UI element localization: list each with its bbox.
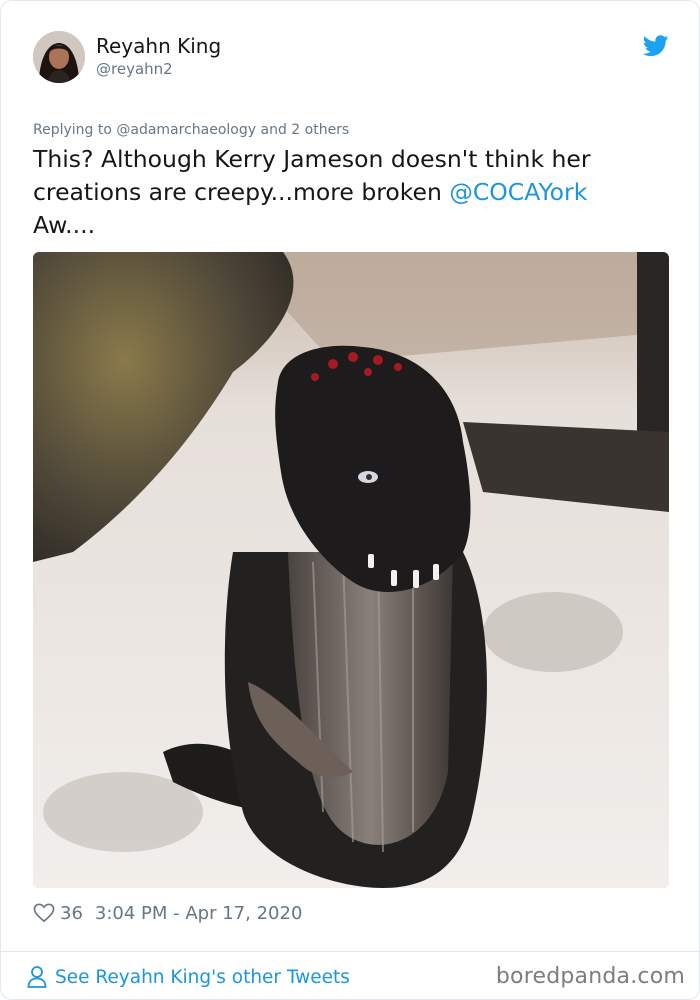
watermark: boredpanda.com <box>495 964 685 989</box>
mention-link[interactable]: @COCAYork <box>449 178 587 206</box>
tweet-photo[interactable] <box>33 252 669 888</box>
tweet-text-part2: Aw.... <box>33 211 96 239</box>
author-name[interactable]: Reyahn King <box>96 34 221 58</box>
tweet-card: Reyahn King @reyahn2 Replying to @adamar… <box>0 0 700 1000</box>
person-icon <box>27 966 47 988</box>
avatar[interactable] <box>33 31 85 83</box>
tweet-meta: 36 3:04 PM - Apr 17, 2020 <box>33 901 302 925</box>
replying-to-text: Replying to @adamarchaeology and 2 other… <box>33 122 350 138</box>
tweet-text: This? Although Kerry Jameson doesn't thi… <box>33 143 673 242</box>
see-other-tweets-link[interactable]: See Reyahn King's other Tweets <box>27 964 350 990</box>
heart-icon[interactable] <box>33 903 55 923</box>
see-other-tweets-label[interactable]: See Reyahn King's other Tweets <box>55 967 350 988</box>
timestamp[interactable]: 3:04 PM - Apr 17, 2020 <box>95 903 302 924</box>
twitter-bird-icon[interactable] <box>643 35 669 57</box>
footer-divider <box>1 951 699 952</box>
tweet-header: Reyahn King @reyahn2 <box>33 31 669 91</box>
author-handle[interactable]: @reyahn2 <box>96 60 173 78</box>
like-count: 36 <box>60 902 83 924</box>
